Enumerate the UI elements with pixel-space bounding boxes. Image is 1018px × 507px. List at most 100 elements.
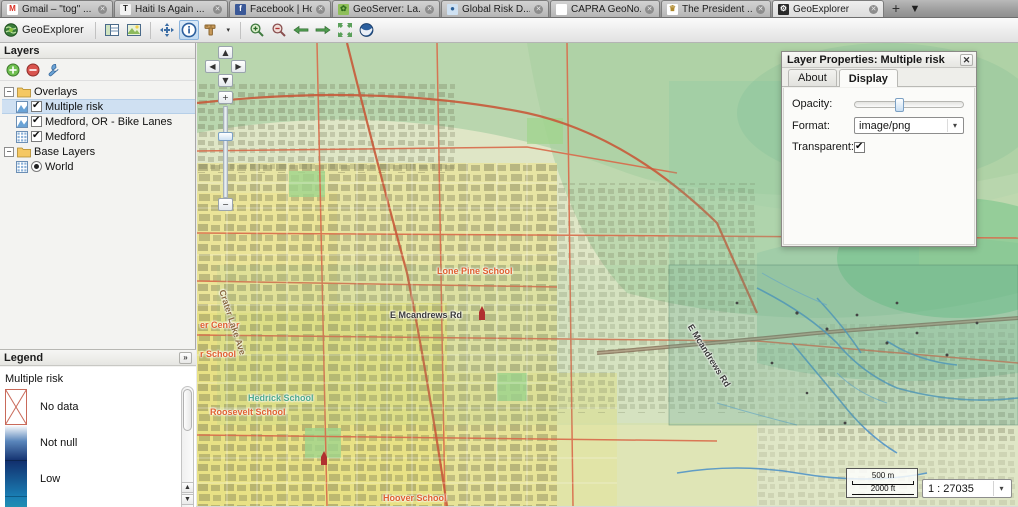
close-icon[interactable]: ✕ <box>213 4 222 14</box>
opacity-slider-thumb[interactable] <box>895 97 904 112</box>
layer-tree-folder-overlays[interactable]: − Overlays <box>2 84 195 99</box>
close-icon[interactable]: ✕ <box>425 4 434 14</box>
map-label: Roosevelt School <box>210 407 286 417</box>
main-area: Layers − Overlays ✔ Multiple risk ✔ Medf… <box>0 43 1018 507</box>
format-select[interactable]: image/png ▾ <box>854 117 964 134</box>
layer-visibility-checkbox[interactable] <box>31 115 42 127</box>
opacity-slider[interactable] <box>854 97 964 112</box>
facebook-icon: f <box>235 3 246 15</box>
zoom-slider-thumb[interactable] <box>218 132 233 141</box>
close-icon[interactable]: ✕ <box>534 4 543 14</box>
map-viewport[interactable]: Lone Pine School E Mcandrews Rd E Mcandrew… <box>197 43 1018 506</box>
expand-toggle-icon[interactable]: − <box>4 146 14 157</box>
expand-toggle-icon[interactable]: − <box>4 86 14 97</box>
layer-manager-button[interactable] <box>102 20 122 40</box>
new-tab-button[interactable]: + <box>888 1 904 17</box>
sidebar-item-world[interactable]: World <box>2 159 195 174</box>
browser-tab-title: The President ... <box>682 3 752 15</box>
layer-tree: − Overlays Multiple risk <box>0 81 195 174</box>
tab-about[interactable]: About <box>788 69 837 86</box>
add-layer-button[interactable] <box>6 63 20 77</box>
close-icon[interactable]: ✕ <box>316 4 325 14</box>
map-zoom-out-button[interactable]: − <box>218 198 233 211</box>
no-data-cross-swatch <box>5 389 27 425</box>
browser-tab-5[interactable]: CAPRA GeoNo... ✕ <box>550 0 660 17</box>
legend-scrollbar-thumb[interactable] <box>183 389 192 431</box>
pan-up-button[interactable]: ▲ <box>218 46 233 59</box>
zoom-in-button[interactable] <box>247 20 267 40</box>
legend-panel-header: Legend » <box>0 350 196 366</box>
scale-value: 1 : 27035 <box>928 482 974 495</box>
tiled-layer-icon <box>16 160 28 173</box>
zoom-to-extent-button[interactable] <box>335 20 355 40</box>
layer-tree-folder-label: Base Layers <box>34 145 96 158</box>
pan-right-button[interactable]: ▶ <box>231 60 246 73</box>
toolbar-separator-3 <box>239 21 241 39</box>
sidebar-item-multiple-risk[interactable]: Multiple risk <box>2 99 195 114</box>
sidebar-item-medford[interactable]: Medford <box>2 129 195 144</box>
format-value: image/png <box>859 119 911 132</box>
close-icon[interactable]: ✕ <box>645 4 654 14</box>
map-navigation-controls: ▲ ◀ ▶ ▼ + − <box>205 46 246 216</box>
folder-icon <box>17 146 31 158</box>
legend-scroll-up-button[interactable]: ▲ <box>181 482 194 493</box>
layer-properties-dialog[interactable]: Layer Properties: Multiple risk ✕ About … <box>781 51 977 247</box>
google-earth-button[interactable] <box>357 20 377 40</box>
close-icon[interactable]: ✕ <box>98 4 107 14</box>
layer-label: World <box>45 160 74 173</box>
browser-tab-4[interactable]: ● Global Risk D... ✕ <box>441 0 549 17</box>
pan-tool-button[interactable] <box>157 20 177 40</box>
opacity-row: Opacity: <box>792 97 966 112</box>
pan-left-button[interactable]: ◀ <box>205 60 220 73</box>
layer-tree-folder-base-layers[interactable]: − Base Layers <box>2 144 195 159</box>
browser-tab-2[interactable]: f Facebook | Ho... ✕ <box>229 0 331 17</box>
zoom-slider-track[interactable] <box>223 106 228 198</box>
layer-visibility-checkbox[interactable] <box>31 130 42 142</box>
close-icon[interactable]: ✕ <box>960 53 973 66</box>
legend-entry-not-null: Not null <box>5 425 196 461</box>
scale-bar-imperial-bar <box>852 494 914 495</box>
tab-display[interactable]: Display <box>838 69 898 87</box>
identify-tool-button[interactable] <box>178 20 199 40</box>
pan-down-button[interactable]: ▼ <box>218 74 233 87</box>
browser-tab-title: CAPRA GeoNo... <box>571 3 641 15</box>
scale-bar-imperial: 2000 ft <box>870 484 896 493</box>
history-forward-button[interactable] <box>313 20 333 40</box>
close-icon[interactable]: ✕ <box>869 4 878 14</box>
close-icon[interactable]: ✕ <box>756 4 765 14</box>
browser-tab-title: Haiti Is Again ... <box>135 3 205 15</box>
layer-visibility-checkbox[interactable] <box>31 100 42 112</box>
dialog-titlebar[interactable]: Layer Properties: Multiple risk ✕ <box>782 52 976 68</box>
legend-scroll-down-button[interactable]: ▼ <box>181 494 194 505</box>
map-zoom-in-button[interactable]: + <box>218 91 233 104</box>
gmail-icon: M <box>7 3 18 15</box>
legend-entry-label: Low <box>40 473 61 485</box>
browser-tab-6[interactable]: ♛ The President ... ✕ <box>661 0 771 17</box>
baselayer-radio[interactable] <box>31 161 42 172</box>
tab-list-button[interactable]: ▼ <box>906 1 924 17</box>
transparent-checkbox[interactable] <box>854 141 865 153</box>
browser-tab-7[interactable]: ⚙ GeoExplorer ✕ <box>772 0 884 17</box>
crown-icon: ♛ <box>667 3 678 15</box>
measure-tool-dropdown-caret[interactable]: ▾ <box>223 20 234 40</box>
chevron-down-icon[interactable]: ▾ <box>993 481 1009 496</box>
chevron-down-icon[interactable]: ▾ <box>947 119 962 132</box>
sidebar-item-bike-lanes[interactable]: Medford, OR - Bike Lanes <box>2 114 195 129</box>
history-back-button[interactable] <box>291 20 311 40</box>
measure-tool-button[interactable] <box>201 20 221 40</box>
wrench-icon <box>48 63 59 76</box>
map-export-button[interactable] <box>124 20 144 40</box>
layer-properties-button[interactable] <box>46 63 60 77</box>
layers-panel: Layers − Overlays ✔ Multiple risk ✔ Medf… <box>0 43 196 507</box>
browser-tab-1[interactable]: T Haiti Is Again ... ✕ <box>114 0 228 17</box>
browser-tab-bar: M Gmail – "tog" ... ✕ T Haiti Is Again ... ✕ f… <box>0 0 1018 18</box>
browser-tab-0[interactable]: M Gmail – "tog" ... ✕ <box>1 0 113 17</box>
browser-tab-3[interactable]: ✿ GeoServer: La... ✕ <box>332 0 440 17</box>
info-circle-icon <box>181 22 197 38</box>
scale-select[interactable]: 1 : 27035 ▾ <box>922 479 1012 498</box>
layers-panel-header: Layers <box>0 43 195 59</box>
legend-collapse-button[interactable]: » <box>179 351 192 364</box>
map-label: Hedrick School <box>248 393 314 403</box>
remove-layer-button[interactable] <box>26 63 40 77</box>
zoom-out-button[interactable] <box>269 20 289 40</box>
